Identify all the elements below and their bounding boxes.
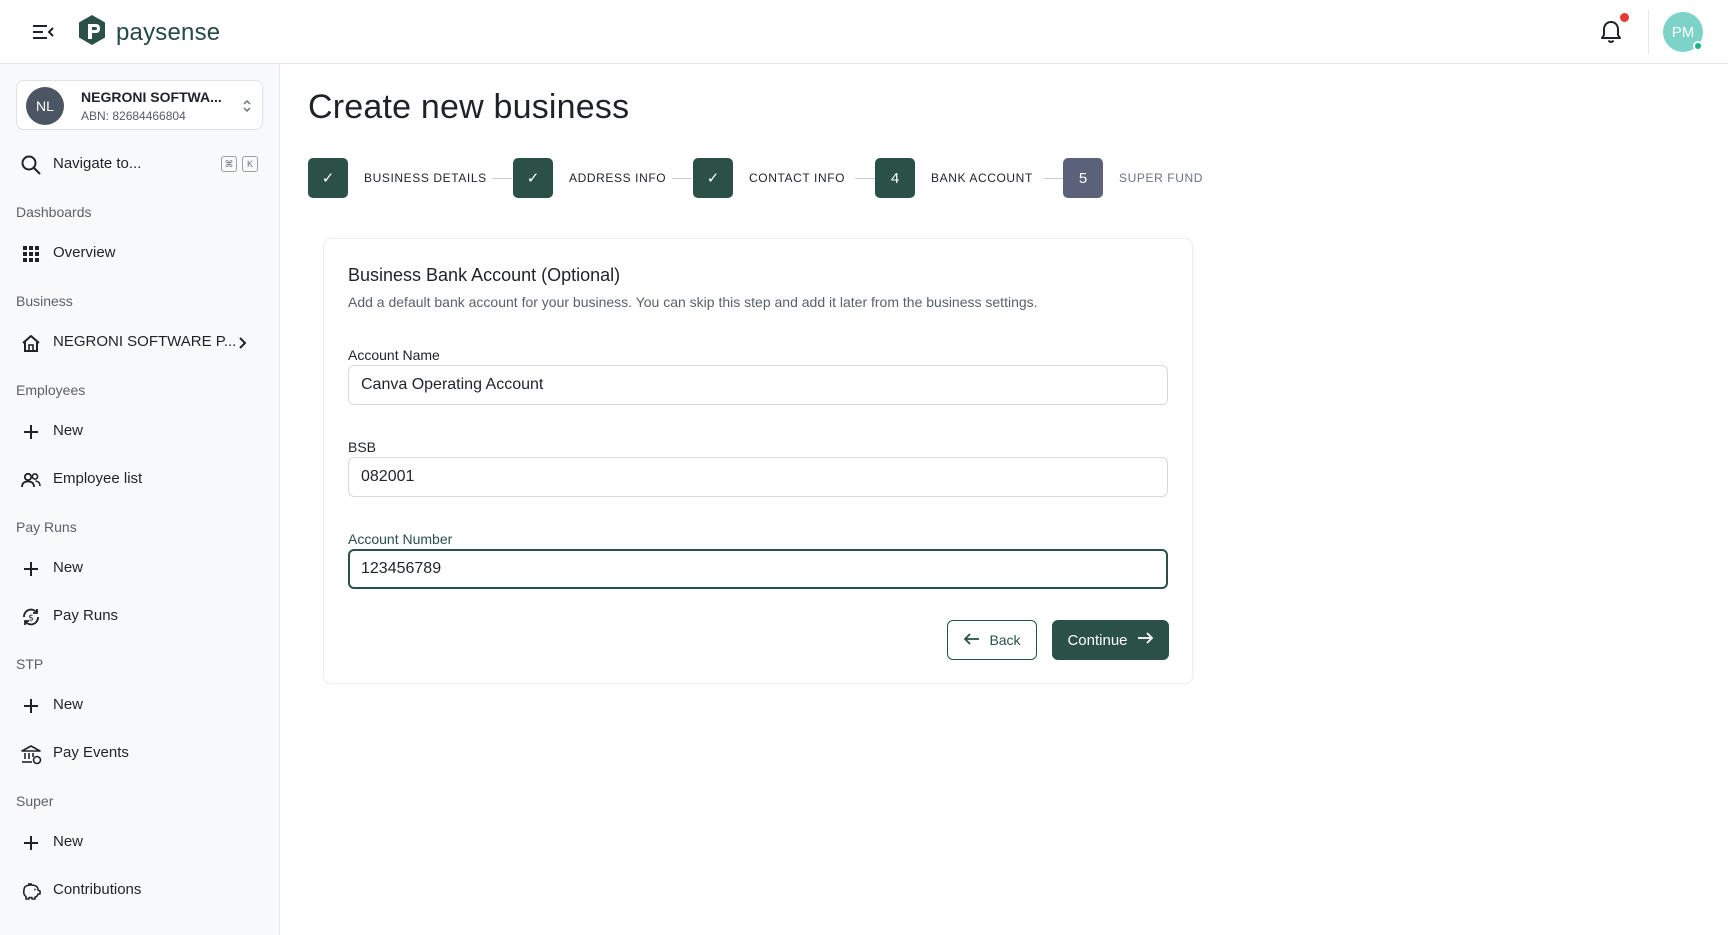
step-connector bbox=[672, 178, 692, 179]
sidebar-item-label: New bbox=[53, 559, 84, 576]
section-super: Super bbox=[16, 793, 54, 809]
step-contact-info-marker[interactable]: ✓ bbox=[693, 158, 733, 198]
progress-stepper: ✓ BUSINESS DETAILS ✓ ADDRESS INFO ✓ CONT… bbox=[308, 158, 1208, 198]
sidebar-item-label: Employee list bbox=[53, 470, 143, 487]
sidebar-item-label: Pay Events bbox=[53, 744, 129, 761]
business-name: NEGRONI SOFTWA... bbox=[81, 89, 222, 105]
continue-button[interactable]: Continue bbox=[1052, 620, 1169, 660]
back-button[interactable]: Back bbox=[947, 620, 1037, 660]
online-status-indicator bbox=[1693, 41, 1703, 51]
section-dashboards: Dashboards bbox=[16, 204, 92, 220]
navigate-label: Navigate to... bbox=[53, 155, 142, 172]
plus-icon bbox=[20, 832, 42, 854]
bank-account-card: Business Bank Account (Optional) Add a d… bbox=[323, 238, 1193, 684]
plus-icon bbox=[20, 421, 42, 443]
notification-badge bbox=[1620, 13, 1629, 22]
sidebar-item-business[interactable]: NEGRONI SOFTWARE P... bbox=[20, 326, 260, 358]
sidebar-item-pay-events[interactable]: Pay Events bbox=[20, 737, 260, 769]
paysense-logo-icon bbox=[78, 14, 106, 51]
continue-button-label: Continue bbox=[1067, 631, 1128, 649]
sidebar-item-overview[interactable]: Overview bbox=[20, 237, 260, 269]
top-header: paysense PM bbox=[0, 0, 1728, 64]
grid-icon bbox=[20, 243, 42, 265]
step-contact-info-label: CONTACT INFO bbox=[749, 171, 846, 185]
bank-icon bbox=[20, 743, 42, 765]
navigate-search[interactable]: Navigate to... ⌘ K bbox=[20, 152, 260, 178]
shortcut-mod-key: ⌘ bbox=[221, 156, 237, 172]
plus-icon bbox=[20, 695, 42, 717]
account-number-label: Account Number bbox=[348, 531, 453, 547]
sidebar-item-label: Contributions bbox=[53, 881, 142, 898]
step-connector bbox=[492, 178, 512, 179]
sidebar-item-label: New bbox=[53, 422, 84, 439]
card-title: Business Bank Account (Optional) bbox=[348, 265, 621, 285]
brand-logo[interactable]: paysense bbox=[78, 14, 220, 51]
account-name-label: Account Name bbox=[348, 347, 440, 363]
sidebar-item-stp-new[interactable]: New bbox=[20, 689, 260, 721]
page-title: Create new business bbox=[308, 88, 630, 126]
back-button-label: Back bbox=[989, 632, 1021, 648]
sidebar-item-employee-new[interactable]: New bbox=[20, 415, 260, 447]
step-business-details-marker[interactable]: ✓ bbox=[308, 158, 348, 198]
header-divider bbox=[1648, 10, 1649, 54]
account-number-input[interactable] bbox=[348, 549, 1168, 589]
menu-collapse-icon[interactable] bbox=[30, 20, 56, 44]
step-address-info-label: ADDRESS INFO bbox=[569, 171, 667, 185]
sidebar-item-contributions[interactable]: Contributions bbox=[20, 874, 260, 906]
business-abn: ABN: 82684466804 bbox=[81, 109, 186, 123]
arrow-left-icon bbox=[963, 632, 981, 649]
step-super-fund-label: SUPER FUND bbox=[1119, 171, 1204, 185]
plus-icon bbox=[20, 558, 42, 580]
search-icon bbox=[20, 154, 42, 181]
account-name-input[interactable] bbox=[348, 365, 1168, 405]
step-address-info-marker[interactable]: ✓ bbox=[513, 158, 553, 198]
shortcut-k-key: K bbox=[242, 156, 258, 172]
business-avatar: NL bbox=[26, 87, 64, 125]
sidebar-item-label: Overview bbox=[53, 244, 116, 261]
business-switcher[interactable]: NL NEGRONI SOFTWA... ABN: 82684466804 bbox=[16, 80, 263, 130]
home-icon bbox=[20, 332, 42, 354]
sidebar: NL NEGRONI SOFTWA... ABN: 82684466804 Na… bbox=[0, 64, 280, 935]
step-bank-account-label: BANK ACCOUNT bbox=[931, 171, 1033, 185]
step-bank-account-marker[interactable]: 4 bbox=[875, 158, 915, 198]
step-connector bbox=[1043, 178, 1063, 179]
chevron-up-down-icon bbox=[241, 95, 253, 117]
sidebar-item-label: New bbox=[53, 833, 84, 850]
step-super-fund-marker[interactable]: 5 bbox=[1063, 158, 1103, 198]
svg-text:$: $ bbox=[28, 614, 34, 624]
brand-name: paysense bbox=[116, 18, 221, 46]
people-icon bbox=[20, 469, 42, 491]
arrow-right-icon bbox=[1136, 631, 1154, 649]
bell-icon[interactable] bbox=[1598, 18, 1624, 46]
chevron-right-icon bbox=[236, 335, 250, 356]
bsb-label: BSB bbox=[348, 439, 377, 455]
section-employees: Employees bbox=[16, 382, 86, 398]
piggy-bank-icon bbox=[20, 880, 42, 902]
sidebar-item-label: New bbox=[53, 696, 84, 713]
section-business: Business bbox=[16, 293, 73, 309]
step-connector bbox=[855, 178, 875, 179]
section-stp: STP bbox=[16, 656, 44, 672]
sidebar-item-payrun-new[interactable]: New bbox=[20, 552, 260, 584]
sidebar-item-label: Pay Runs bbox=[53, 607, 119, 624]
sidebar-item-label: NEGRONI SOFTWARE P... bbox=[53, 333, 237, 350]
step-business-details-label: BUSINESS DETAILS bbox=[364, 171, 487, 185]
bsb-input[interactable] bbox=[348, 457, 1168, 497]
sidebar-item-pay-runs[interactable]: $ Pay Runs bbox=[20, 600, 260, 632]
card-description: Add a default bank account for your busi… bbox=[348, 294, 1038, 310]
currency-cycle-icon: $ bbox=[20, 606, 42, 628]
sidebar-item-employee-list[interactable]: Employee list bbox=[20, 463, 260, 495]
sidebar-item-super-new[interactable]: New bbox=[20, 826, 260, 858]
section-pay-runs: Pay Runs bbox=[16, 519, 77, 535]
